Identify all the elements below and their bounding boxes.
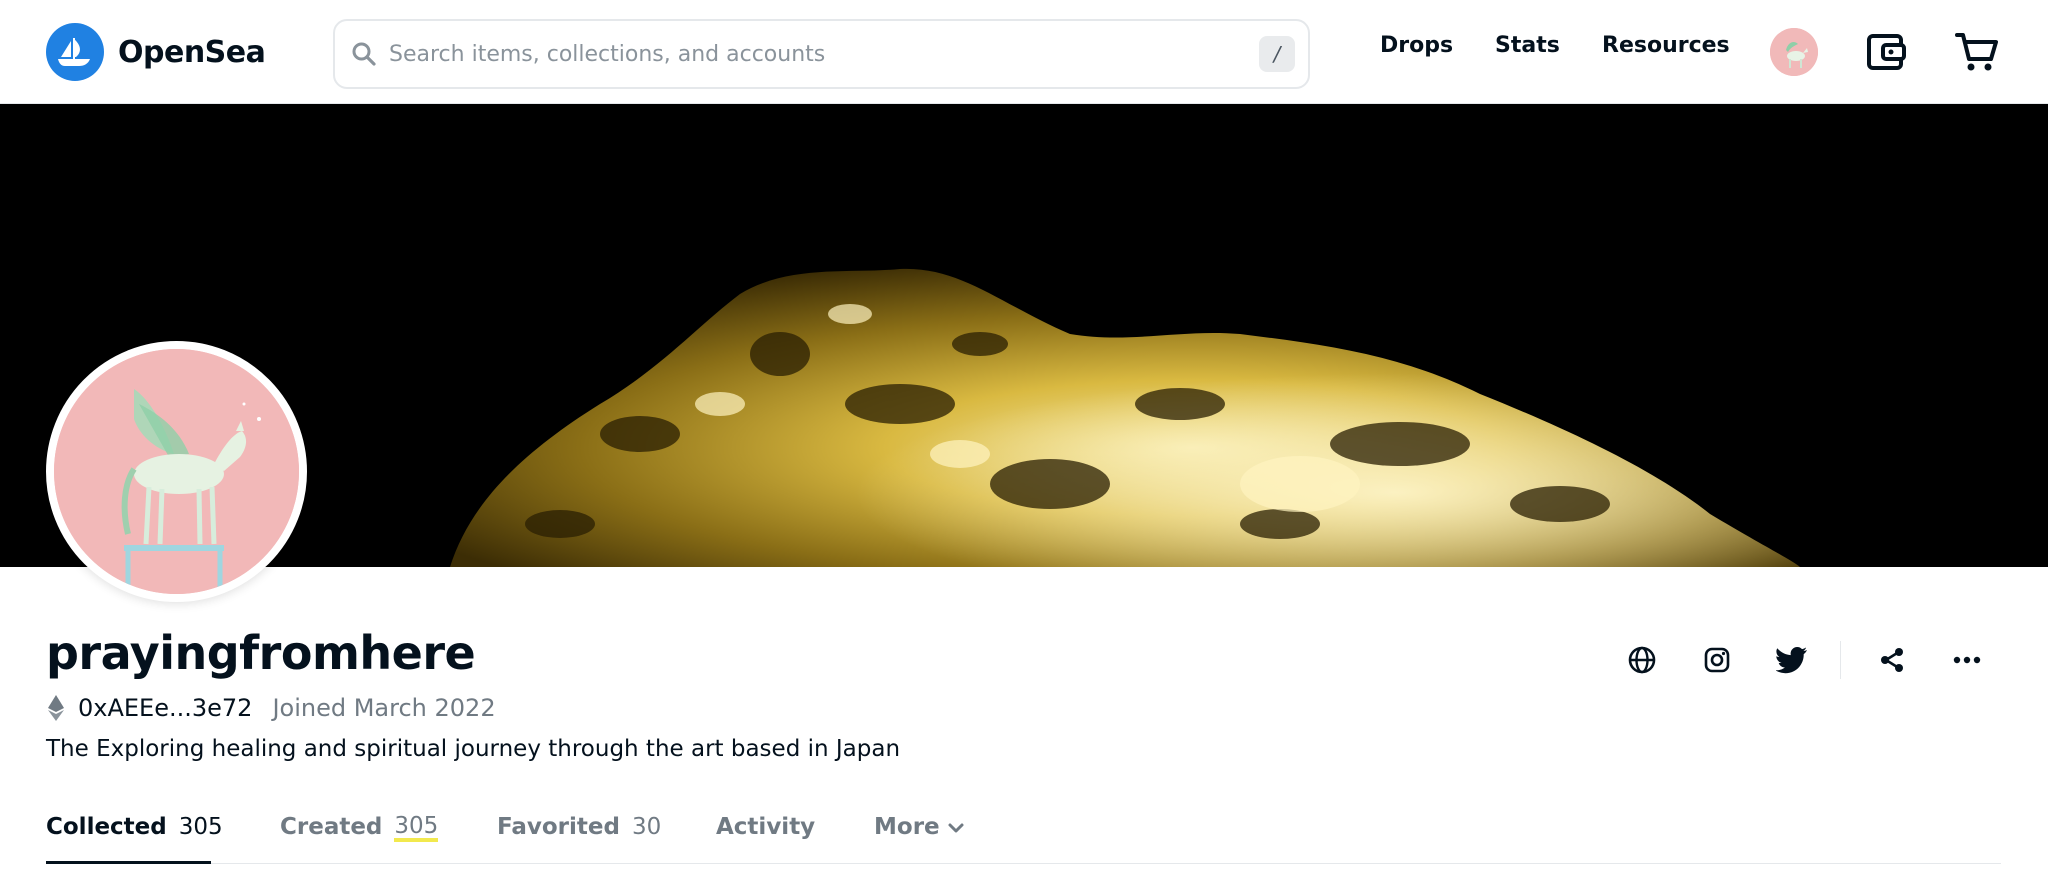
cart-icon[interactable]: [1954, 30, 2000, 74]
search-icon: [349, 39, 379, 69]
profile-username: prayingfromhere: [46, 626, 476, 680]
tab-label: Activity: [716, 814, 816, 840]
website-button[interactable]: [1622, 640, 1662, 680]
profile-banner: [0, 104, 2048, 567]
tab-more[interactable]: More: [874, 814, 966, 864]
avatar-image: [1770, 28, 1818, 76]
brand-name: OpenSea: [118, 34, 266, 70]
profile-avatar[interactable]: [46, 341, 307, 602]
tab-label: More: [874, 814, 940, 840]
profile-tabs: Collected 305 Created 305 Favorited 30 A…: [46, 814, 2001, 864]
search-shortcut-key: /: [1259, 36, 1295, 72]
pegasus-image: [54, 349, 299, 594]
nav-drops[interactable]: Drops: [1380, 33, 1453, 58]
more-options-button[interactable]: [1947, 640, 1987, 680]
tab-collected[interactable]: Collected 305: [46, 814, 223, 864]
instagram-button[interactable]: [1697, 640, 1737, 680]
tab-label: Favorited: [497, 814, 620, 840]
globe-icon: [1628, 646, 1656, 674]
tab-count: 305: [178, 814, 223, 840]
search-input[interactable]: [379, 41, 1259, 67]
tab-label: Created: [280, 814, 383, 840]
instagram-icon: [1704, 647, 1730, 673]
opensea-logo-link[interactable]: OpenSea: [46, 23, 266, 81]
tab-count: 30: [631, 814, 662, 840]
share-button[interactable]: [1872, 640, 1912, 680]
tab-count: 305: [394, 814, 439, 842]
top-header: OpenSea / Drops Stats Resources: [0, 0, 2048, 104]
share-icon: [1881, 648, 1903, 672]
banner-image: [450, 268, 1800, 567]
more-icon: [1953, 656, 1981, 664]
twitter-button[interactable]: [1772, 640, 1812, 680]
joined-date: Joined March 2022: [272, 694, 496, 722]
tab-activity[interactable]: Activity: [716, 814, 815, 864]
ethereum-icon: [46, 694, 66, 722]
social-divider: [1840, 641, 1841, 679]
wallet-icon[interactable]: [1864, 30, 1908, 74]
user-avatar-button[interactable]: [1770, 28, 1818, 76]
nav-resources[interactable]: Resources: [1602, 33, 1730, 58]
search-bar[interactable]: /: [333, 19, 1310, 89]
tab-label: Collected: [46, 814, 167, 840]
nav-stats[interactable]: Stats: [1495, 33, 1560, 58]
profile-bio: The Exploring healing and spiritual jour…: [46, 736, 901, 762]
tab-favorited[interactable]: Favorited 30: [497, 814, 661, 864]
twitter-icon: [1776, 647, 1807, 674]
profile-meta: 0xAEEe...3e72 Joined March 2022: [46, 694, 496, 722]
tab-created[interactable]: Created 305: [280, 814, 439, 864]
chevron-down-icon: [948, 823, 964, 833]
opensea-boat-icon: [46, 23, 104, 81]
wallet-address[interactable]: 0xAEEe...3e72: [78, 694, 252, 722]
